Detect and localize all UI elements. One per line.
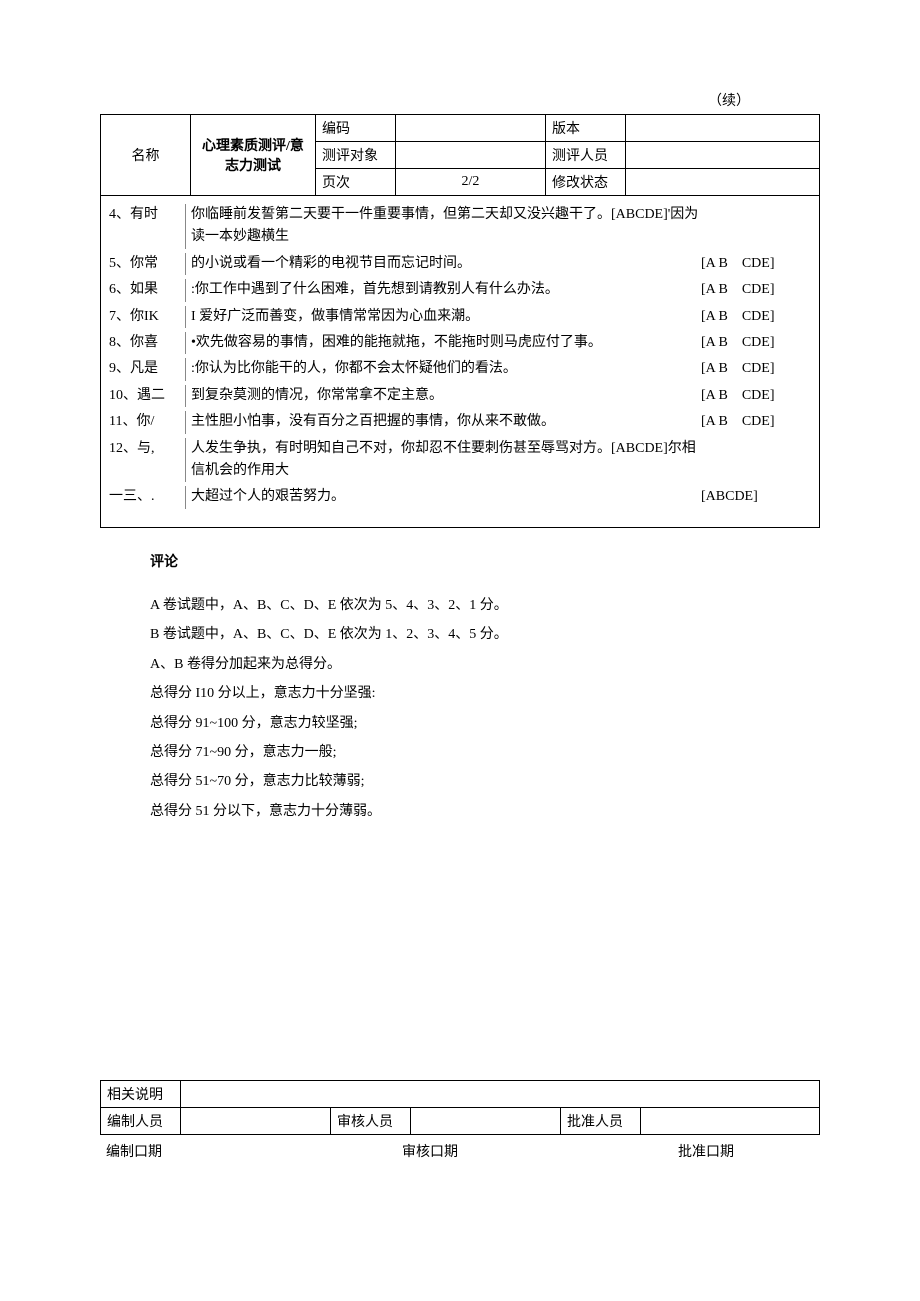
version-value [626, 115, 820, 142]
code-label: 编码 [316, 115, 396, 142]
separator [185, 411, 187, 433]
question-number: 7、你IK [109, 306, 185, 328]
separator [185, 204, 187, 249]
question-text: •欢先做容易的事情，困难的能拖就拖，不能拖时则马虎应付了事。 [191, 332, 701, 354]
question-text: 人发生争执，有时明知自己不对，你却忍不住要刺伤甚至辱骂对方。[ABCDE]尔相信… [191, 438, 701, 483]
compile-date-label: 编制口期 [106, 1141, 322, 1161]
question-row: 11、你/主性胆小怕事，没有百分之百把握的事情，你从来不敢做。[A B CDE] [109, 411, 811, 433]
comment-section: 评论 A 卷试题中，A、B、C、D、E 依次为 5、4、3、2、1 分。B 卷试… [100, 528, 820, 827]
question-row: 6、如果 :你工作中遇到了什么困难，首先想到请教别人有什么办法。[A B CDE] [109, 279, 811, 301]
question-row: 12、与,人发生争执，有时明知自己不对，你却忍不住要刺伤甚至辱骂对方。[ABCD… [109, 438, 811, 483]
question-options [701, 438, 811, 483]
continued-label: （续） [100, 90, 820, 110]
question-row: 10、遇二到复杂莫测的情况，你常常拿不定主意。[A B CDE] [109, 385, 811, 407]
separator [185, 279, 187, 301]
comment-line: 总得分 I10 分以上，意志力十分坚强: [150, 679, 770, 708]
question-number: 11、你/ [109, 411, 185, 433]
subject-value [396, 142, 546, 169]
reviewer-label: 审核人员 [331, 1108, 411, 1135]
question-text: 大超过个人的艰苦努力。 [191, 486, 701, 508]
approve-date-label: 批准口期 [538, 1141, 814, 1161]
question-options: [ABCDE] [701, 486, 811, 508]
approver-value [641, 1108, 820, 1135]
question-row: 一三、. 大超过个人的艰苦努力。[ABCDE] [109, 486, 811, 508]
question-text: 主性胆小怕事，没有百分之百把握的事情，你从来不敢做。 [191, 411, 701, 433]
comment-line: B 卷试题中，A、B、C、D、E 依次为 1、2、3、4、5 分。 [150, 620, 770, 649]
question-number: 12、与, [109, 438, 185, 483]
question-options: [A B CDE] [701, 411, 811, 433]
separator [185, 332, 187, 354]
review-date-label: 审核口期 [322, 1141, 538, 1161]
comment-line: 总得分 51~70 分，意志力比较薄弱; [150, 767, 770, 796]
question-row: 9、凡是 :你认为比你能干的人，你都不会太怀疑他们的看法。[A B CDE] [109, 358, 811, 380]
comment-line: 总得分 91~100 分，意志力较坚强; [150, 709, 770, 738]
status-label: 修改状态 [546, 169, 626, 196]
name-label: 名称 [101, 115, 191, 196]
question-number: 6、如果 [109, 279, 185, 301]
comment-line: A、B 卷得分加起来为总得分。 [150, 650, 770, 679]
question-row: 4、有时你临睡前发誓第二天要干一件重要事情，但第二天却又没兴趣干了。[ABCDE… [109, 204, 811, 249]
question-text: :你工作中遇到了什么困难，首先想到请教别人有什么办法。 [191, 279, 701, 301]
question-text: 的小说或看一个精彩的电视节目而忘记时间。 [191, 253, 701, 275]
comment-title: 评论 [150, 548, 770, 577]
separator [185, 486, 187, 508]
question-options: [A B CDE] [701, 332, 811, 354]
question-row: 8、你喜 •欢先做容易的事情，困难的能拖就拖，不能拖时则马虎应付了事。[A B C… [109, 332, 811, 354]
question-text: I 爱好广泛而善变，做事情常常因为心血来潮。 [191, 306, 701, 328]
question-text: 你临睡前发誓第二天要干一件重要事情，但第二天却又没兴趣干了。[ABCDE]'因为… [191, 204, 701, 249]
question-row: 7、你IK I 爱好广泛而善变，做事情常常因为心血来潮。[A B CDE] [109, 306, 811, 328]
question-options: [A B CDE] [701, 279, 811, 301]
assessor-value [626, 142, 820, 169]
subject-label: 测评对象 [316, 142, 396, 169]
header-table: 名称 心理素质测评/意志力测试 编码 版本 测评对象 测评人员 页次 2/2 修… [100, 114, 820, 196]
compiler-value [181, 1108, 331, 1135]
page-label: 页次 [316, 169, 396, 196]
approver-label: 批准人员 [561, 1108, 641, 1135]
question-number: 4、有时 [109, 204, 185, 249]
question-number: 10、遇二 [109, 385, 185, 407]
desc-label: 相关说明 [101, 1081, 181, 1108]
question-number: 一三、. [109, 486, 185, 508]
question-number: 8、你喜 [109, 332, 185, 354]
version-label: 版本 [546, 115, 626, 142]
footer-table: 相关说明 编制人员 审核人员 批准人员 [100, 1080, 820, 1135]
question-text: :你认为比你能干的人，你都不会太怀疑他们的看法。 [191, 358, 701, 380]
comment-line: 总得分 51 分以下，意志力十分薄弱。 [150, 797, 770, 826]
code-value [396, 115, 546, 142]
comment-line: A 卷试题中，A、B、C、D、E 依次为 5、4、3、2、1 分。 [150, 591, 770, 620]
questions-box: 4、有时你临睡前发誓第二天要干一件重要事情，但第二天却又没兴趣干了。[ABCDE… [100, 196, 820, 528]
comment-line: 总得分 71~90 分，意志力一般; [150, 738, 770, 767]
reviewer-value [411, 1108, 561, 1135]
question-options: [A B CDE] [701, 253, 811, 275]
question-row: 5、你常的小说或看一个精彩的电视节目而忘记时间。[A B CDE] [109, 253, 811, 275]
separator [185, 358, 187, 380]
question-options: [A B CDE] [701, 358, 811, 380]
footer: 相关说明 编制人员 审核人员 批准人员 编制口期 审核口期 批准口期 [100, 1080, 820, 1161]
separator [185, 306, 187, 328]
status-value [626, 169, 820, 196]
page-value: 2/2 [396, 169, 546, 196]
question-number: 5、你常 [109, 253, 185, 275]
separator [185, 385, 187, 407]
question-options [701, 204, 811, 249]
question-text: 到复杂莫测的情况，你常常拿不定主意。 [191, 385, 701, 407]
form-title: 心理素质测评/意志力测试 [191, 115, 316, 196]
question-number: 9、凡是 [109, 358, 185, 380]
separator [185, 438, 187, 483]
question-options: [A B CDE] [701, 385, 811, 407]
question-options: [A B CDE] [701, 306, 811, 328]
assessor-label: 测评人员 [546, 142, 626, 169]
compiler-label: 编制人员 [101, 1108, 181, 1135]
separator [185, 253, 187, 275]
